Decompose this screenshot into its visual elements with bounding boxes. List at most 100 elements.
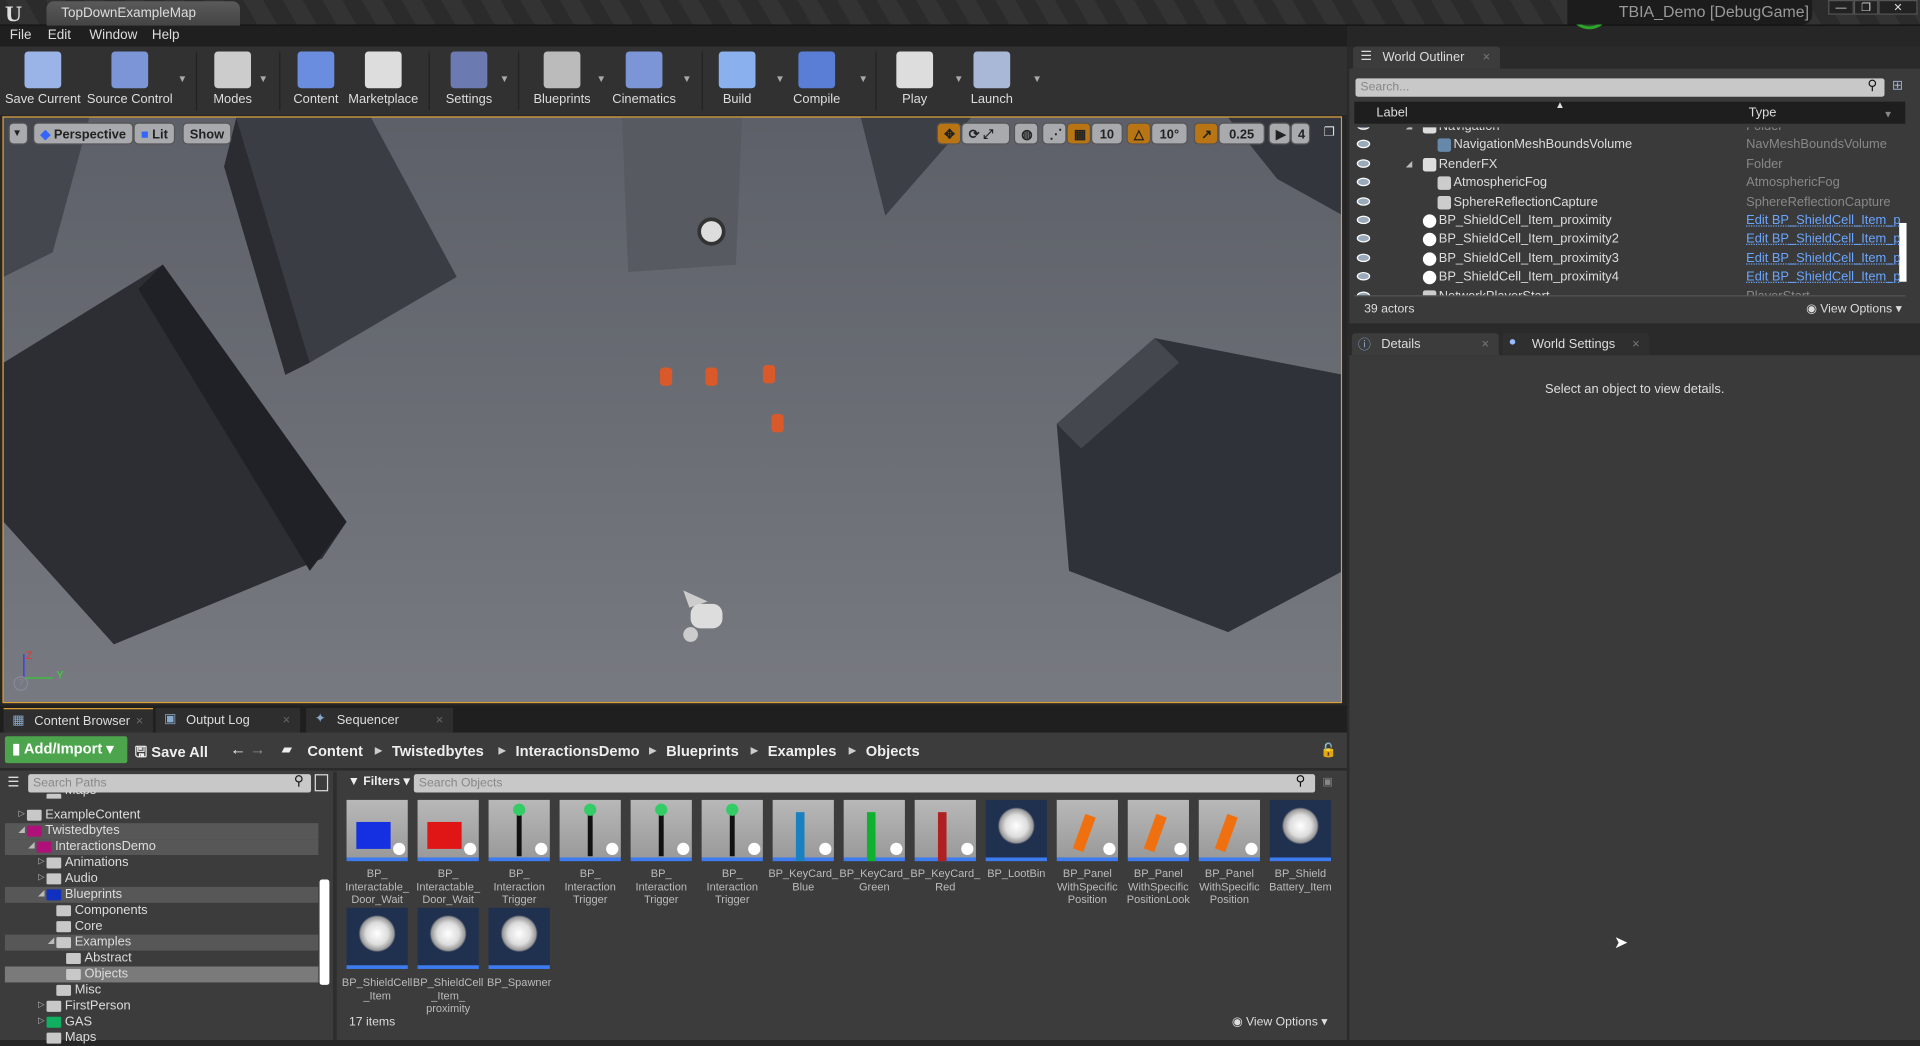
folder-tree-item[interactable]: ▷ FirstPerson xyxy=(5,998,318,1014)
breadcrumb-objects[interactable]: Objects xyxy=(866,742,920,759)
outliner-row[interactable]: AtmosphericFog AtmosphericFog xyxy=(1354,174,1905,193)
breadcrumb-twistedbytes[interactable]: Twistedbytes xyxy=(392,742,484,759)
visibility-eye-icon[interactable] xyxy=(1356,158,1371,168)
camera-speed-value[interactable]: 4 xyxy=(1290,122,1311,145)
dropdown-arrow-icon[interactable]: ▼ xyxy=(596,73,606,84)
restore-button[interactable]: ❐ xyxy=(1853,0,1879,15)
add-import-button[interactable]: ▮ Add/Import ▾ xyxy=(4,736,128,764)
column-label[interactable]: Label xyxy=(1376,105,1407,120)
folder-tree-item[interactable]: ◢ InteractionsDemo xyxy=(4,839,319,856)
outliner-search-input[interactable]: Search... xyxy=(1355,78,1885,97)
dropdown-arrow-icon[interactable]: ▼ xyxy=(1032,73,1042,84)
close-tab-icon[interactable]: × xyxy=(1481,337,1489,352)
minimize-button[interactable]: — xyxy=(1828,0,1854,15)
menu-edit[interactable]: Edit xyxy=(48,28,71,43)
reflection-capture-sprite[interactable] xyxy=(697,217,726,246)
asset-label[interactable]: BP_Spawner xyxy=(482,976,555,989)
outliner-row[interactable]: NavigationMeshBoundsVolume NavMeshBoundsV… xyxy=(1354,136,1905,155)
marketplace-button[interactable]: Marketplace xyxy=(347,47,420,116)
visibility-eye-icon[interactable] xyxy=(1356,196,1371,206)
path-view-options-icon[interactable] xyxy=(314,774,329,792)
asset-label[interactable]: BP_KeyCard_ Blue xyxy=(767,867,840,893)
settings-button[interactable]: Settings xyxy=(437,47,501,116)
build-button[interactable]: Build xyxy=(713,47,762,116)
lock-icon[interactable]: 🔓 xyxy=(1320,742,1337,759)
expand-arrow-icon[interactable]: ◢ xyxy=(48,936,55,946)
folder-tree-item[interactable]: Objects xyxy=(4,966,319,983)
outliner-row[interactable]: BP_ShieldCell_Item_proximity4 Edit BP_Shi… xyxy=(1354,268,1905,287)
folder-tree-item[interactable]: Maps xyxy=(5,1030,318,1046)
asset-thumbnail-blue-panel[interactable] xyxy=(346,799,408,862)
folder-tree-item[interactable]: Misc xyxy=(5,982,318,998)
blueprints-button[interactable]: Blueprints xyxy=(528,47,597,116)
breadcrumb-separator-icon[interactable]: ▶ xyxy=(751,745,759,756)
filters-button[interactable]: ▼ Filters ▾ xyxy=(348,775,410,788)
asset-label[interactable]: BP_Shield Battery_Item xyxy=(1264,867,1337,893)
perspective-button[interactable]: ◆ Perspective xyxy=(33,122,134,145)
breadcrumb-separator-icon[interactable]: ▶ xyxy=(375,745,383,756)
splitter[interactable] xyxy=(333,771,337,1040)
edit-blueprint-link[interactable]: Edit BP_ShieldCell_Item_p xyxy=(1746,270,1900,285)
tab-world-outliner[interactable]: ☰ World Outliner × xyxy=(1353,46,1501,69)
asset-thumbnail-trigger[interactable] xyxy=(559,799,621,862)
outliner-row[interactable]: BP_ShieldCell_Item_proximity Edit BP_Shie… xyxy=(1354,212,1905,231)
asset-thumbnail-sphere[interactable] xyxy=(346,907,408,969)
folder-tree-item[interactable]: ◢ Twistedbytes xyxy=(4,823,319,840)
content-button[interactable]: Content xyxy=(289,47,343,116)
folder-tree-item[interactable]: Core xyxy=(5,919,318,935)
dropdown-arrow-icon[interactable]: ▼ xyxy=(775,73,785,84)
forward-button[interactable]: → xyxy=(250,740,266,758)
asset-label[interactable]: BP_ Interaction Trigger xyxy=(482,867,555,906)
folder-tree-item[interactable]: ▷ Audio xyxy=(5,871,318,887)
tab-content-browser[interactable]: ▦ Content Browser × xyxy=(3,708,154,733)
dropdown-arrow-icon[interactable]: ▼ xyxy=(178,73,188,84)
folder-tree-item[interactable]: ▷ Animations xyxy=(5,855,318,871)
visibility-eye-icon[interactable] xyxy=(1356,140,1371,149)
asset-label[interactable]: BP_ShieldCell _Item_ proximity xyxy=(411,976,484,1015)
edit-blueprint-link[interactable]: Edit BP_ShieldCell_Item_p xyxy=(1746,251,1900,266)
compile-button[interactable]: Compile xyxy=(787,47,846,116)
breadcrumb-blueprints[interactable]: Blueprints xyxy=(666,742,739,759)
outliner-row[interactable]: BP_ShieldCell_Item_proximity3 Edit BP_Shi… xyxy=(1354,250,1905,269)
outliner-row[interactable]: BP_ShieldCell_Item_proximity2 Edit BP_Shi… xyxy=(1354,231,1905,250)
save-all-button[interactable]: 🖫 Save All xyxy=(135,741,208,767)
expand-arrow-icon[interactable]: ▷ xyxy=(38,1016,45,1026)
rotation-snap-value[interactable]: 10° xyxy=(1151,122,1188,145)
maximize-viewport-icon[interactable]: ❐ xyxy=(1324,126,1335,139)
expand-arrow-icon[interactable]: ◢ xyxy=(1406,159,1413,169)
world-local-icon[interactable]: ◍ xyxy=(1013,122,1039,145)
asset-label[interactable]: BP_ShieldCell _Item xyxy=(340,976,413,1002)
visibility-eye-icon[interactable] xyxy=(1356,272,1371,281)
edit-blueprint-link[interactable]: Edit BP_ShieldCell_Item_p xyxy=(1746,232,1900,247)
asset-label[interactable]: BP_ Interactable_ Door_Wait xyxy=(340,867,413,906)
source-control-button[interactable]: Source Control xyxy=(83,47,176,116)
asset-thumbnail-panel-arm[interactable] xyxy=(1127,799,1189,862)
folder-tree-item[interactable]: ▷ GAS xyxy=(5,1014,318,1030)
asset-thumbnail-keycard-green[interactable] xyxy=(843,799,905,862)
rotate-scale-tools[interactable]: ⟳ ⤢ xyxy=(961,122,1011,145)
asset-thumbnail-trigger[interactable] xyxy=(701,799,763,862)
back-button[interactable]: ← xyxy=(230,740,246,758)
asset-thumbnail-trigger[interactable] xyxy=(488,799,550,862)
menu-window[interactable]: Window xyxy=(89,28,137,43)
asset-label[interactable]: BP_ Interaction Trigger xyxy=(553,867,626,906)
outliner-row[interactable]: ◢ RenderFX Folder xyxy=(1354,155,1905,174)
asset-thumbnail-panel-arm[interactable] xyxy=(1198,799,1261,862)
lit-button[interactable]: ■ Lit xyxy=(133,122,176,145)
dropdown-arrow-icon[interactable]: ▼ xyxy=(954,73,964,84)
save-search-icon[interactable]: ▣ xyxy=(1322,775,1332,788)
search-paths-input[interactable]: Search Paths xyxy=(28,774,312,793)
visibility-eye-icon[interactable] xyxy=(1356,215,1371,225)
asset-thumbnail-red-panel[interactable] xyxy=(417,799,479,862)
asset-label[interactable]: BP_ Interaction Trigger xyxy=(696,867,769,906)
breadcrumb-content[interactable]: Content xyxy=(307,742,363,759)
expand-arrow-icon[interactable]: ◢ xyxy=(38,888,45,898)
level-tab[interactable]: TopDownExampleMap xyxy=(46,1,241,26)
close-tab-icon[interactable]: × xyxy=(136,714,144,729)
outliner-view-options-button[interactable]: ◉ View Options ▾ xyxy=(1806,303,1902,316)
folder-tree-item[interactable]: Abstract xyxy=(5,951,318,967)
surface-snap-icon[interactable]: ⋰ xyxy=(1042,122,1067,145)
asset-label[interactable]: BP_LootBin xyxy=(980,867,1053,880)
dropdown-arrow-icon[interactable]: ▼ xyxy=(258,73,268,84)
search-objects-input[interactable]: Search Objects xyxy=(413,774,1316,793)
